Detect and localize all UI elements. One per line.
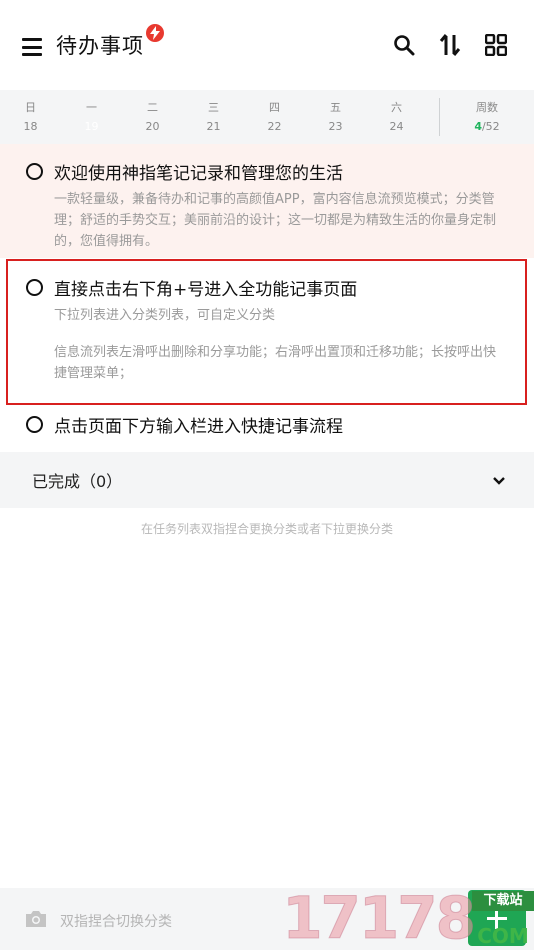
- day-name: 四: [269, 101, 280, 114]
- task-checkbox[interactable]: [26, 279, 43, 296]
- app-header: 待办事项: [0, 0, 534, 90]
- task-description: 信息流列表左滑呼出删除和分享功能；右滑呼出置顶和迁移功能；长按呼出快捷管理菜单；: [54, 345, 497, 381]
- completed-label: 已完成（0）: [32, 472, 123, 491]
- day-thu[interactable]: 四 22: [244, 90, 305, 144]
- day-name: 二: [147, 101, 158, 114]
- task-description: 下拉列表进入分类列表，可自定义分类: [54, 308, 276, 323]
- week-number-label: 周数: [476, 101, 498, 114]
- day-wed[interactable]: 三 21: [183, 90, 244, 144]
- day-name: 三: [208, 101, 219, 114]
- today-date: 19: [84, 120, 99, 133]
- day-date: 21: [206, 120, 221, 133]
- day-mon-today[interactable]: 一 19: [61, 90, 122, 144]
- title-wrap: 待办事项: [56, 24, 164, 60]
- day-name: 日: [25, 101, 36, 114]
- day-date: 22: [267, 120, 282, 133]
- day-sat[interactable]: 六 24: [366, 90, 427, 144]
- task-checkbox[interactable]: [26, 163, 43, 180]
- day-sun[interactable]: 日 18: [0, 90, 61, 144]
- quick-input-bar[interactable]: 双指捏合切换分类: [0, 888, 534, 950]
- task-description: 一款轻量级，兼备待办和记事的高颜值APP，富内容信息流预览模式；分类管理；舒适的…: [54, 192, 497, 249]
- flash-badge-icon: [146, 24, 164, 42]
- list-item[interactable]: 点击页面下方输入栏进入快捷记事流程: [0, 408, 534, 450]
- hint-text: 在任务列表双指捏合更换分类或者下拉更换分类: [140, 522, 393, 536]
- day-name: 一: [86, 101, 97, 114]
- completed-section-header[interactable]: 已完成（0）: [0, 452, 534, 508]
- task-checkbox[interactable]: [26, 416, 43, 433]
- chevron-down-icon[interactable]: [492, 471, 506, 490]
- day-name: 五: [330, 101, 341, 114]
- header-actions: [392, 33, 512, 57]
- task-title: 点击页面下方输入栏进入快捷记事流程: [54, 417, 343, 437]
- day-date: 18: [23, 120, 38, 133]
- day-date: 20: [145, 120, 160, 133]
- day-fri[interactable]: 五 23: [305, 90, 366, 144]
- week-strip: 日 18 一 19 二 20 三 21 四 22 五 23 六 24 周数 4/52: [0, 90, 534, 144]
- search-icon[interactable]: [392, 33, 416, 57]
- list-item[interactable]: 欢迎使用神指笔记记录和管理您的生活 一款轻量级，兼备待办和记事的高颜值APP，富…: [0, 144, 534, 258]
- week-divider: [439, 98, 440, 136]
- week-number-current: 4: [474, 120, 482, 133]
- task-title: 欢迎使用神指笔记记录和管理您的生活: [54, 164, 343, 184]
- day-date: 24: [389, 120, 404, 133]
- add-button[interactable]: [468, 890, 526, 946]
- sort-icon[interactable]: [438, 33, 462, 57]
- day-date: 19: [61, 120, 122, 133]
- day-name: 六: [391, 101, 402, 114]
- quick-input-placeholder: 双指捏合切换分类: [60, 914, 172, 930]
- week-number-total: /52: [481, 120, 500, 133]
- grid-icon[interactable]: [484, 33, 508, 57]
- task-title: 直接点击右下角+号进入全功能记事页面: [54, 280, 358, 300]
- week-number-value: 4/52: [452, 120, 522, 133]
- day-date: 23: [328, 120, 343, 133]
- camera-icon[interactable]: [24, 909, 48, 933]
- menu-icon[interactable]: [22, 38, 42, 56]
- page-title: 待办事项: [56, 34, 144, 58]
- week-number: 周数 4/52: [452, 90, 522, 144]
- list-item[interactable]: 直接点击右下角+号进入全功能记事页面 下拉列表进入分类列表，可自定义分类 信息流…: [0, 258, 534, 408]
- day-tue[interactable]: 二 20: [122, 90, 183, 144]
